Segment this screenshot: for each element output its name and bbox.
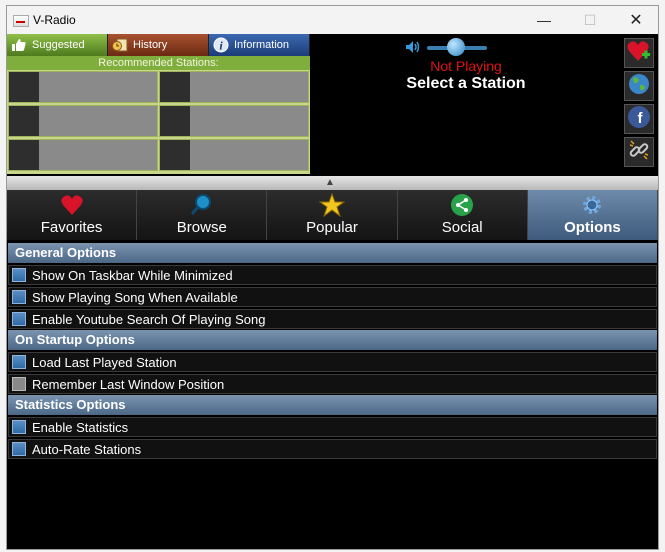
- nav-options[interactable]: Options: [527, 190, 658, 240]
- star-icon: [319, 193, 345, 217]
- section-startup-options: On Startup Options: [8, 330, 657, 350]
- station-tabs: Suggested History i Information: [7, 34, 310, 56]
- nav-label: Social: [441, 219, 483, 236]
- tab-information[interactable]: i Information: [209, 34, 310, 56]
- station-thumbnail: [160, 72, 190, 102]
- nav-social[interactable]: Social: [397, 190, 528, 240]
- globe-icon: [627, 72, 651, 101]
- app-icon: [13, 15, 29, 27]
- nav-favorites[interactable]: Favorites: [7, 190, 138, 240]
- chevron-up-icon[interactable]: ▲: [325, 177, 335, 188]
- option-label: Show Playing Song When Available: [32, 289, 238, 305]
- nav-browse[interactable]: Browse: [137, 190, 268, 240]
- option-show-on-taskbar[interactable]: Show On Taskbar While Minimized: [8, 265, 657, 285]
- section-statistics-options: Statistics Options: [8, 395, 657, 415]
- nav-label: Popular: [306, 219, 358, 236]
- station-thumbnail: [9, 140, 39, 170]
- side-toolbar: f: [624, 38, 656, 170]
- station-name: Select a Station: [406, 75, 526, 92]
- station-slot[interactable]: [8, 105, 158, 137]
- station-thumbnail: [9, 72, 39, 102]
- tab-label: History: [133, 39, 168, 51]
- thumbs-up-icon: [10, 37, 28, 53]
- option-label: Remember Last Window Position: [32, 376, 225, 392]
- nav-label: Browse: [176, 219, 227, 236]
- option-label: Enable Statistics: [32, 419, 129, 435]
- option-label: Show On Taskbar While Minimized: [32, 267, 233, 283]
- option-enable-statistics[interactable]: Enable Statistics: [8, 417, 657, 437]
- title-bar: V-Radio — ☐ ✕: [7, 6, 658, 34]
- globe-button[interactable]: [624, 71, 654, 101]
- checkbox[interactable]: [12, 442, 26, 456]
- station-thumbnail: [160, 106, 190, 136]
- window-title: V-Radio: [33, 13, 76, 27]
- volume-slider-knob[interactable]: [447, 38, 465, 56]
- option-label: Enable Youtube Search Of Playing Song: [32, 311, 266, 327]
- link-icon: [627, 138, 651, 167]
- section-general-options: General Options: [8, 243, 657, 263]
- option-load-last-station[interactable]: Load Last Played Station: [8, 352, 657, 372]
- option-enable-youtube-search[interactable]: Enable Youtube Search Of Playing Song: [8, 309, 657, 329]
- checkbox[interactable]: [12, 268, 26, 282]
- options-panel: General Options Show On Taskbar While Mi…: [7, 242, 658, 459]
- tab-label: Suggested: [32, 39, 85, 51]
- station-thumbnail: [160, 140, 190, 170]
- checkbox[interactable]: [12, 355, 26, 369]
- link-button[interactable]: [624, 137, 654, 167]
- station-slot[interactable]: [159, 139, 309, 171]
- checkbox[interactable]: [12, 312, 26, 326]
- checkbox[interactable]: [12, 290, 26, 304]
- info-icon: i: [212, 37, 230, 53]
- top-panel: Suggested History i Information Recommen…: [7, 34, 658, 176]
- recommended-stations-header: Recommended Stations:: [7, 56, 310, 70]
- nav-label: Favorites: [40, 219, 103, 236]
- facebook-button[interactable]: f: [624, 104, 654, 134]
- station-slot[interactable]: [8, 139, 158, 171]
- gear-icon: [579, 193, 605, 217]
- close-button[interactable]: ✕: [613, 6, 658, 34]
- tab-suggested[interactable]: Suggested: [7, 34, 108, 56]
- option-label: Auto-Rate Stations: [32, 441, 142, 457]
- tab-history[interactable]: History: [108, 34, 209, 56]
- station-slot[interactable]: [159, 105, 309, 137]
- heart-icon: [59, 193, 85, 217]
- playback-status: Not Playing: [430, 58, 502, 74]
- nav-popular[interactable]: Popular: [267, 190, 398, 240]
- checkbox[interactable]: [12, 377, 26, 391]
- recommended-stations-grid: [7, 70, 310, 174]
- maximize-button[interactable]: ☐: [567, 6, 613, 34]
- tab-label: Information: [234, 39, 290, 51]
- station-slot[interactable]: [159, 71, 309, 103]
- add-favorite-button[interactable]: [624, 38, 654, 68]
- history-icon: [111, 37, 129, 53]
- app-window: V-Radio — ☐ ✕ Suggested History i Inform…: [6, 5, 659, 550]
- nav-label: Options: [564, 219, 621, 236]
- station-thumbnail: [9, 106, 39, 136]
- now-playing-panel: Not Playing Select a Station: [311, 34, 621, 176]
- facebook-icon: f: [627, 105, 651, 134]
- magnifier-icon: [189, 193, 215, 217]
- panel-splitter[interactable]: ▲: [7, 176, 658, 190]
- option-remember-window-position[interactable]: Remember Last Window Position: [8, 374, 657, 394]
- main-nav: Favorites Browse Popular Social Options: [7, 190, 658, 240]
- speaker-icon[interactable]: [405, 40, 421, 57]
- minimize-button[interactable]: —: [521, 6, 567, 34]
- add-favorite-icon: [626, 39, 652, 68]
- option-show-playing-song[interactable]: Show Playing Song When Available: [8, 287, 657, 307]
- checkbox[interactable]: [12, 420, 26, 434]
- share-icon: [449, 193, 475, 217]
- station-slot[interactable]: [8, 71, 158, 103]
- option-auto-rate-stations[interactable]: Auto-Rate Stations: [8, 439, 657, 459]
- option-label: Load Last Played Station: [32, 354, 177, 370]
